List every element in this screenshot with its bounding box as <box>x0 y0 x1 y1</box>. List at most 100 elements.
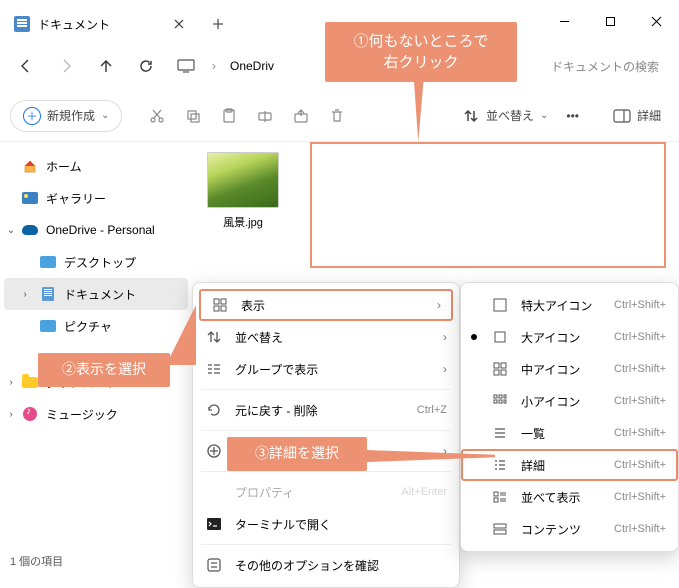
close-tab-icon[interactable] <box>172 17 186 31</box>
sidebar-label: ドキュメント <box>64 286 136 303</box>
menu-separator <box>201 544 451 545</box>
copy-button[interactable] <box>176 99 210 133</box>
menu-shortcut: Alt+Enter <box>401 486 447 498</box>
new-tab-button[interactable] <box>200 6 236 42</box>
plus-circle-icon <box>205 442 223 460</box>
document-icon <box>40 286 56 302</box>
menu-separator <box>201 430 451 431</box>
menu-shortcut: Ctrl+Shift+ <box>614 395 666 407</box>
file-thumbnail <box>207 152 279 208</box>
expand-icon[interactable]: ⌄ <box>4 225 18 236</box>
menu-item-small-icons[interactable]: 小アイコン Ctrl+Shift+ <box>461 385 678 417</box>
menu-shortcut: Ctrl+Shift+ <box>614 427 666 439</box>
menu-separator <box>201 471 451 472</box>
tab-title: ドキュメント <box>38 16 164 33</box>
desktop-icon <box>40 254 56 270</box>
share-icon <box>292 107 310 125</box>
sidebar-item-documents[interactable]: › ドキュメント <box>4 278 188 310</box>
menu-label: 表示 <box>241 297 425 314</box>
more-button[interactable]: ••• <box>558 99 587 133</box>
expand-icon[interactable]: › <box>4 409 18 420</box>
menu-item-content[interactable]: コンテンツ Ctrl+Shift+ <box>461 513 678 545</box>
back-button[interactable] <box>8 48 44 84</box>
menu-item-terminal[interactable]: ターミナルで開く <box>193 508 459 540</box>
expand-icon[interactable]: › <box>18 289 32 300</box>
selected-bullet-icon <box>471 334 477 340</box>
up-button[interactable] <box>88 48 124 84</box>
menu-shortcut: Ctrl+Shift+ <box>614 363 666 375</box>
sidebar-item-desktop[interactable]: デスクトップ <box>0 246 192 278</box>
menu-item-group[interactable]: グループで表示 › <box>193 353 459 385</box>
maximize-button[interactable] <box>587 0 633 42</box>
menu-label: 並べ替え <box>235 329 431 346</box>
sidebar: ホーム ギャラリー ⌄ OneDrive - Personal デスクトップ ›… <box>0 142 192 550</box>
annotation-callout-2: ②表示を選択 <box>38 353 170 387</box>
annotation-pointer-2 <box>166 305 196 365</box>
content-icon <box>491 520 509 538</box>
sidebar-item-pictures[interactable]: ピクチャ <box>0 310 192 342</box>
toolbar: ＋ 新規作成 ⌄ 並べ替え ⌄ ••• 詳細 <box>0 90 679 142</box>
share-button[interactable] <box>284 99 318 133</box>
menu-item-large-icons[interactable]: 大アイコン Ctrl+Shift+ <box>461 321 678 353</box>
new-button[interactable]: ＋ 新規作成 ⌄ <box>10 100 122 132</box>
menu-item-more-options[interactable]: その他のオプションを確認 <box>193 549 459 581</box>
menu-label: 特大アイコン <box>521 297 602 314</box>
menu-item-tiles[interactable]: 並べて表示 Ctrl+Shift+ <box>461 481 678 513</box>
copy-icon <box>184 107 202 125</box>
breadcrumb-separator: › <box>208 59 220 73</box>
menu-label: 中アイコン <box>521 361 602 378</box>
annotation-callout-3: ③詳細を選択 <box>227 437 367 471</box>
file-name: 風景.jpg <box>204 214 282 230</box>
menu-shortcut: Ctrl+Shift+ <box>614 491 666 503</box>
chevron-down-icon: ⌄ <box>101 110 109 121</box>
menu-item-list[interactable]: 一覧 Ctrl+Shift+ <box>461 417 678 449</box>
file-item[interactable]: 風景.jpg <box>204 152 282 230</box>
paste-button[interactable] <box>212 99 246 133</box>
close-window-button[interactable] <box>633 0 679 42</box>
delete-button[interactable] <box>320 99 354 133</box>
minimize-button[interactable] <box>541 0 587 42</box>
annotation-callout-1: ①何もないところで 右クリック <box>325 22 517 82</box>
pc-icon[interactable] <box>168 48 204 84</box>
sidebar-label: デスクトップ <box>64 254 136 271</box>
menu-item-medium-icons[interactable]: 中アイコン Ctrl+Shift+ <box>461 353 678 385</box>
sort-icon <box>205 328 223 346</box>
details-pane-button[interactable]: 詳細 <box>605 99 669 133</box>
breadcrumb-onedrive[interactable]: OneDriv <box>224 55 280 77</box>
sm-icons-icon <box>491 392 509 410</box>
forward-button[interactable] <box>48 48 84 84</box>
paste-icon <box>220 107 238 125</box>
cut-button[interactable] <box>140 99 174 133</box>
dots-icon: ••• <box>566 109 579 123</box>
menu-label: コンテンツ <box>521 521 602 538</box>
chevron-right-icon: › <box>443 362 447 376</box>
sort-button[interactable]: 並べ替え ⌄ <box>454 99 556 133</box>
menu-item-sort[interactable]: 並べ替え › <box>193 321 459 353</box>
menu-label: 詳細 <box>521 457 602 474</box>
properties-icon <box>205 483 223 501</box>
menu-label: 元に戻す - 削除 <box>235 402 405 419</box>
sidebar-label: ピクチャ <box>64 318 112 335</box>
menu-separator <box>201 389 451 390</box>
search-input[interactable]: ドキュメントの検索 <box>551 58 671 75</box>
list-icon <box>491 424 509 442</box>
menu-item-properties[interactable]: プロパティ Alt+Enter <box>193 476 459 508</box>
expand-icon[interactable]: › <box>4 377 18 388</box>
sidebar-item-home[interactable]: ホーム <box>0 150 192 182</box>
more-options-icon <box>205 556 223 574</box>
view-submenu: 特大アイコン Ctrl+Shift+ 大アイコン Ctrl+Shift+ 中アイ… <box>460 282 679 552</box>
chevron-down-icon: ⌄ <box>540 110 548 121</box>
tab-documents[interactable]: ドキュメント <box>0 6 200 42</box>
menu-item-details[interactable]: 詳細 Ctrl+Shift+ <box>461 449 678 481</box>
menu-shortcut: Ctrl+Z <box>417 404 447 416</box>
sidebar-item-gallery[interactable]: ギャラリー <box>0 182 192 214</box>
sidebar-label: OneDrive - Personal <box>46 223 155 237</box>
menu-item-view[interactable]: 表示 › <box>199 289 453 321</box>
refresh-button[interactable] <box>128 48 164 84</box>
chevron-right-icon: › <box>443 330 447 344</box>
rename-button[interactable] <box>248 99 282 133</box>
sidebar-item-music[interactable]: › ミュージック <box>0 398 192 430</box>
menu-item-extra-large-icons[interactable]: 特大アイコン Ctrl+Shift+ <box>461 289 678 321</box>
sidebar-item-onedrive[interactable]: ⌄ OneDrive - Personal <box>0 214 192 246</box>
menu-item-undo[interactable]: 元に戻す - 削除 Ctrl+Z <box>193 394 459 426</box>
